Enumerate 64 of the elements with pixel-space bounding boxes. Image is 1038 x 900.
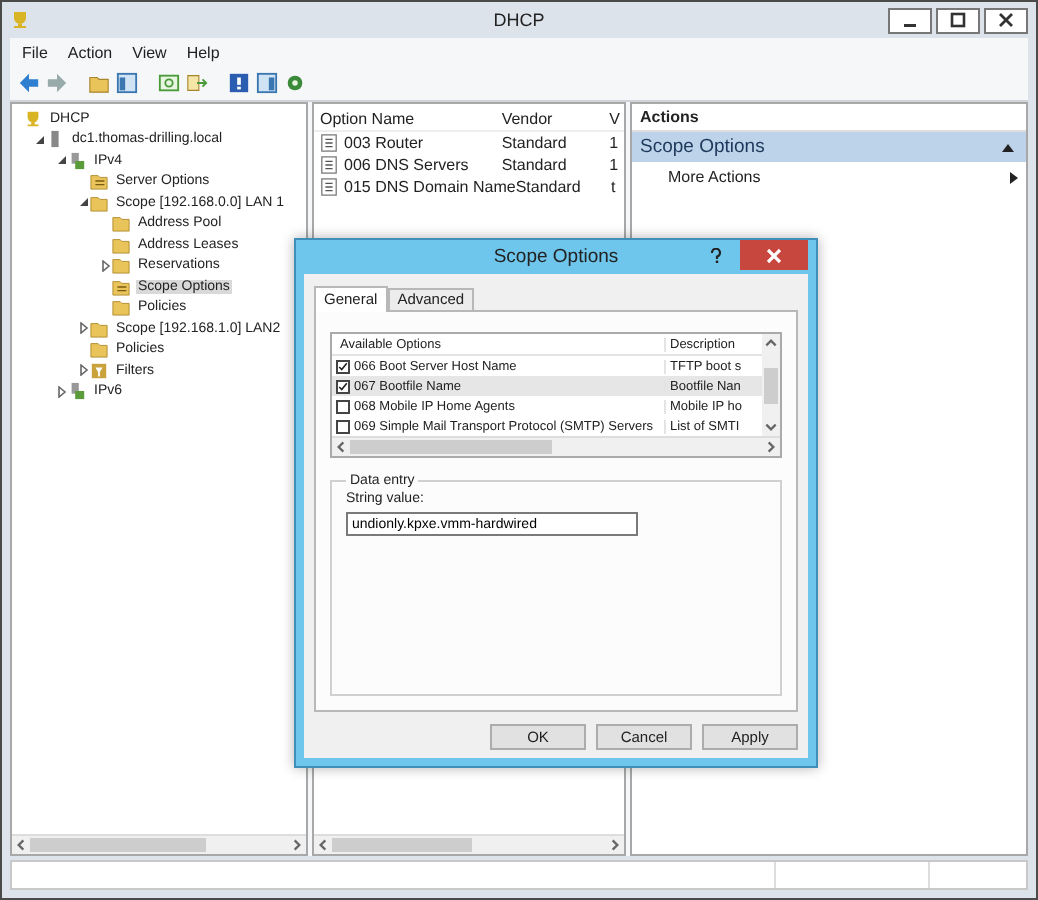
collapse-arrow-icon[interactable]	[56, 154, 68, 167]
horizontal-scrollbar[interactable]	[332, 436, 780, 456]
back-arrow-icon[interactable]	[18, 72, 40, 94]
scroll-left-icon[interactable]	[14, 838, 28, 852]
table-cell-text: Standard	[501, 156, 569, 174]
menu-item[interactable]: File	[22, 43, 48, 61]
document-icon	[320, 156, 338, 174]
window-title: DHCP	[491, 10, 547, 30]
column-header[interactable]: V	[609, 110, 624, 128]
column-header[interactable]: Option Name	[314, 110, 502, 128]
scroll-right-icon[interactable]	[290, 838, 304, 852]
console-tree-icon[interactable]	[116, 72, 138, 94]
vertical-scrollbar[interactable]	[762, 334, 780, 436]
table-cell-text: t	[610, 178, 618, 196]
scroll-down-icon[interactable]	[764, 420, 778, 434]
table-cell-text: 1	[609, 156, 621, 174]
submenu-arrow-icon	[1010, 171, 1018, 183]
menu-item[interactable]: Action	[67, 43, 113, 61]
collapse-caret-icon	[1002, 143, 1014, 151]
menu-item[interactable]: Help	[186, 43, 220, 61]
close-button[interactable]	[984, 7, 1028, 33]
checkbox[interactable]	[336, 379, 350, 393]
scroll-right-icon[interactable]	[764, 440, 778, 454]
server-icon	[46, 130, 64, 149]
question-mark-icon	[710, 247, 722, 263]
horizontal-scrollbar[interactable]	[314, 834, 624, 854]
actions-section[interactable]: Scope Options	[632, 132, 1026, 162]
network-icon	[68, 151, 86, 170]
close-icon	[766, 247, 782, 263]
checkbox[interactable]	[336, 419, 350, 433]
trophy-icon	[10, 10, 30, 30]
option-name[interactable]: 015 DNS Domain Name	[344, 178, 516, 196]
scroll-right-icon[interactable]	[608, 838, 622, 852]
trophy-icon	[24, 109, 42, 128]
expand-arrow-icon[interactable]	[78, 322, 90, 335]
checkbox[interactable]	[336, 359, 350, 373]
scroll-left-icon[interactable]	[334, 440, 348, 454]
table-cell-text: 1	[609, 134, 621, 152]
column-header[interactable]: Vendor	[501, 110, 610, 128]
table-cell-text: Standard	[515, 178, 583, 196]
option-name[interactable]: 003 Router	[344, 134, 424, 152]
document-icon	[320, 178, 338, 196]
expand-arrow-icon[interactable]	[78, 364, 90, 377]
action-pane-icon[interactable]	[256, 72, 278, 94]
close-icon	[998, 12, 1014, 28]
horizontal-scrollbar[interactable]	[12, 834, 306, 854]
scroll-up-icon[interactable]	[764, 336, 778, 350]
maximize-icon	[950, 12, 966, 28]
action-link[interactable]: More Actions	[668, 168, 761, 186]
maximize-button[interactable]	[936, 7, 980, 33]
table-cell-text: Standard	[501, 134, 569, 152]
scroll-left-icon[interactable]	[316, 838, 330, 852]
expand-arrow-icon[interactable]	[100, 259, 112, 272]
export-icon[interactable]	[186, 72, 208, 94]
option-name[interactable]: 006 DNS Servers	[344, 156, 469, 174]
dialog-title: Scope Options	[493, 246, 619, 268]
collapse-arrow-icon[interactable]	[78, 196, 90, 209]
checkbox[interactable]	[336, 399, 350, 413]
document-icon	[320, 134, 338, 152]
expand-arrow-icon[interactable]	[56, 385, 68, 398]
menu-item[interactable]: View	[132, 43, 167, 61]
network-icon	[68, 382, 86, 401]
collapse-arrow-icon[interactable]	[34, 133, 46, 146]
minimize-button[interactable]	[888, 7, 932, 33]
